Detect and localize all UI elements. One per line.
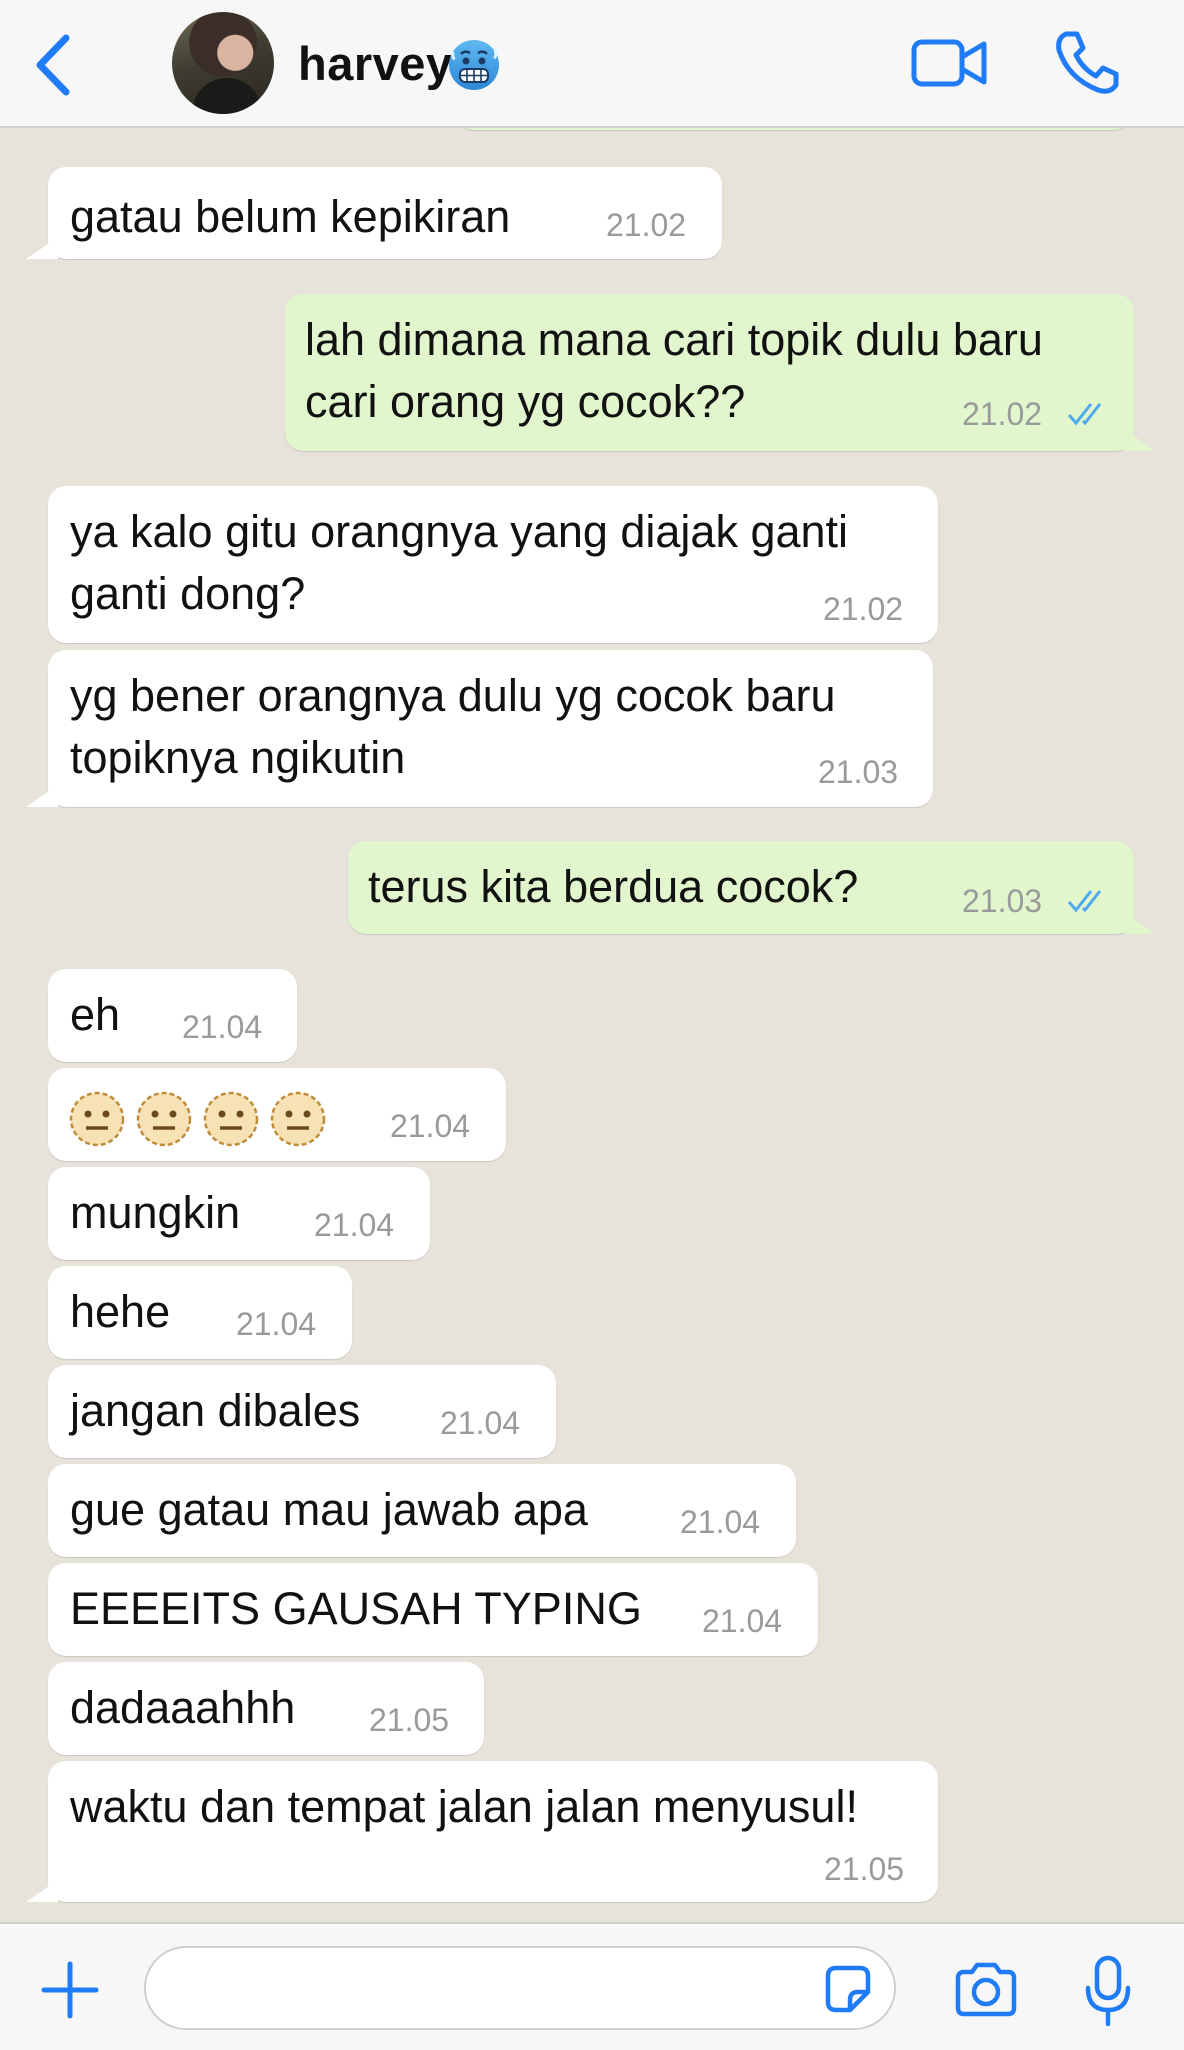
message-text-line-2: topiknya ngikutin: [70, 732, 406, 783]
message-bubble-incoming[interactable]: 21.04: [48, 1068, 506, 1161]
message-text: EEEEITS GAUSAH TYPING: [70, 1583, 642, 1634]
message-time: 21.02: [606, 207, 687, 243]
read-ticks-icon: [1067, 890, 1102, 913]
chat-header: harvey: [0, 0, 1184, 128]
message-text: gue gatau mau jawab apa: [70, 1484, 588, 1535]
sticker-button[interactable]: [820, 1962, 876, 2018]
message-input[interactable]: [144, 1946, 896, 2030]
message-bubble-incoming[interactable]: mungkin 21.04: [48, 1167, 430, 1260]
message-text: dadaaahhh: [70, 1682, 296, 1733]
message-time: 21.05: [369, 1702, 450, 1738]
neutral-face-emoji-icon: [69, 1091, 125, 1147]
bubble-tail: [1124, 429, 1156, 451]
message-text: waktu dan tempat jalan jalan menyusul!: [70, 1781, 858, 1832]
message-time: 21.02: [962, 396, 1043, 432]
video-call-button[interactable]: [910, 32, 990, 94]
message-bubble-incoming[interactable]: EEEEITS GAUSAH TYPING 21.04: [48, 1563, 818, 1656]
message-bubble-incoming[interactable]: ya kalo gitu orangnya yang diajak ganti …: [48, 486, 938, 643]
message-time: 21.03: [818, 754, 899, 790]
bubble-tail: [1124, 912, 1156, 934]
message-time: 21.04: [182, 1009, 263, 1045]
neutral-face-emoji-icon: [203, 1091, 259, 1147]
cold-face-emoji-icon: [449, 40, 499, 90]
message-bubble-outgoing[interactable]: lah dimana mana cari topik dulu baru car…: [285, 294, 1156, 451]
message-text: terus kita berdua cocok?: [368, 861, 859, 912]
message-text-line-2: cari orang yg cocok??: [305, 376, 746, 427]
back-button[interactable]: [30, 30, 80, 100]
message-text-line-1: yg bener orangnya dulu yg cocok baru: [70, 670, 836, 721]
message-text: eh: [70, 989, 121, 1040]
voice-call-button[interactable]: [1052, 28, 1122, 98]
message-time: 21.04: [440, 1405, 521, 1441]
bubble-tail: [26, 237, 58, 259]
message-bubble-incoming[interactable]: yg bener orangnya dulu yg cocok baru top…: [26, 650, 933, 807]
microphone-button[interactable]: [1082, 1954, 1134, 2028]
message-text: gatau belum kepikiran: [70, 191, 511, 242]
message-text: jangan dibales: [70, 1385, 361, 1436]
message-text: mungkin: [70, 1187, 241, 1238]
message-bubble-incoming[interactable]: jangan dibales 21.04: [48, 1365, 556, 1458]
bubble-tail: [26, 1880, 58, 1902]
neutral-face-emoji-icon: [270, 1091, 326, 1147]
message-bubble-incoming[interactable]: eh 21.04: [48, 969, 297, 1062]
message-bubble-incoming[interactable]: hehe 21.04: [48, 1266, 352, 1359]
message-time: 21.03: [962, 883, 1043, 919]
message-time: 21.04: [314, 1207, 395, 1243]
message-bubble-incoming[interactable]: gatau belum kepikiran 21.02: [26, 167, 722, 259]
message-text: hehe: [70, 1286, 171, 1337]
neutral-face-emoji-icon: [136, 1091, 192, 1147]
message-input-bar: [0, 1922, 1184, 2050]
message-time: 21.05: [824, 1851, 905, 1887]
message-time: 21.04: [236, 1306, 317, 1342]
contact-name[interactable]: harvey: [298, 36, 453, 91]
read-ticks-icon: [1067, 403, 1102, 426]
message-text-line-1: ya kalo gitu orangnya yang diajak ganti: [70, 506, 849, 557]
camera-button[interactable]: [952, 1960, 1020, 2020]
emoji-row: [68, 1084, 336, 1148]
message-bubble-incoming[interactable]: gue gatau mau jawab apa 21.04: [48, 1464, 796, 1557]
bubble-tail: [26, 785, 58, 807]
contact-avatar[interactable]: [172, 12, 274, 114]
message-text-line-2: ganti dong?: [70, 568, 306, 619]
message-bubble-incoming[interactable]: waktu dan tempat jalan jalan menyusul! 2…: [26, 1761, 938, 1902]
attach-plus-button[interactable]: [38, 1958, 102, 2022]
message-time: 21.04: [390, 1108, 471, 1144]
message-time: 21.02: [823, 591, 904, 627]
message-text-line-1: lah dimana mana cari topik dulu baru: [305, 314, 1043, 365]
message-bubble-incoming[interactable]: dadaaahhh 21.05: [48, 1662, 484, 1755]
message-time: 21.04: [680, 1504, 761, 1540]
message-bubble-outgoing[interactable]: terus kita berdua cocok? 21.03: [348, 841, 1156, 934]
message-time: 21.04: [702, 1603, 783, 1639]
